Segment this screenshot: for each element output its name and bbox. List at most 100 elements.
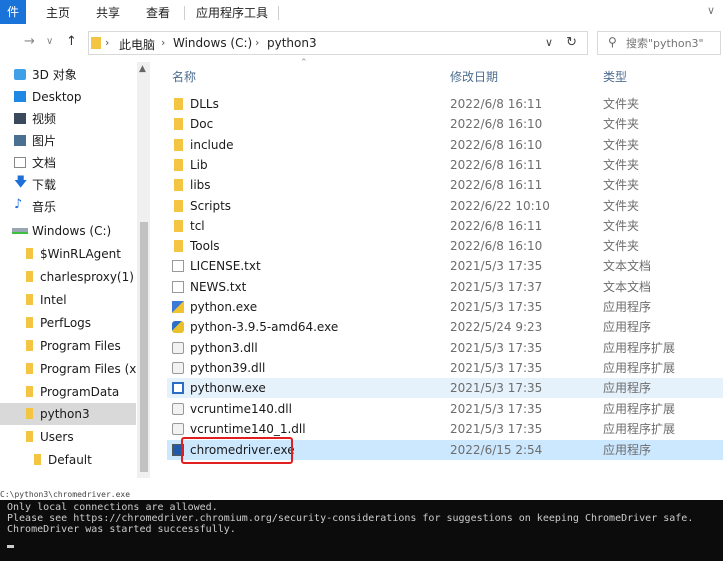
breadcrumb-drive[interactable]: Windows (C:): [173, 36, 252, 50]
up-arrow-icon[interactable]: ↑: [66, 34, 77, 49]
sidebar-item-winrlagent[interactable]: $WinRLAgent: [0, 243, 136, 265]
tab-home[interactable]: 主页: [46, 4, 70, 22]
file-name: include: [190, 137, 234, 152]
sidebar-item-python3[interactable]: python3: [0, 403, 136, 425]
scroll-up-icon[interactable]: ▲: [139, 64, 146, 74]
file-row[interactable]: python3.dll 2021/5/3 17:35 应用程序扩展: [167, 338, 723, 358]
file-name: Tools: [190, 239, 220, 254]
file-date: 2022/6/8 16:11: [450, 97, 543, 111]
address-dropdown-icon[interactable]: ∨: [545, 36, 553, 49]
sidebar-item-label: 视频: [32, 112, 57, 126]
file-date: 2022/6/8 16:10: [450, 137, 543, 152]
sidebar-item-charlesproxy[interactable]: charlesproxy(1): [0, 266, 136, 288]
folder-icon: [34, 454, 41, 465]
breadcrumb-this-pc[interactable]: 此电脑: [119, 36, 155, 53]
file-type: 文本文档: [603, 279, 652, 294]
search-input[interactable]: [626, 35, 718, 51]
file-row[interactable]: python.exe 2021/5/3 17:35 应用程序: [167, 297, 723, 317]
folder-icon: [26, 431, 33, 442]
folder-icon: [174, 179, 183, 192]
file-row[interactable]: Lib 2022/6/8 16:11 文件夹: [167, 155, 723, 175]
file-row[interactable]: python-3.9.5-amd64.exe 2022/5/24 9:23 应用程序: [167, 317, 723, 337]
file-type: 应用程序: [603, 320, 652, 335]
file-row[interactable]: pythonw.exe 2021/5/3 17:35 应用程序: [167, 378, 723, 399]
folder-icon: [174, 118, 183, 131]
scrollbar-thumb[interactable]: [140, 222, 148, 472]
recent-chevron-icon[interactable]: ∨: [46, 36, 53, 47]
column-date[interactable]: 修改日期: [450, 68, 498, 85]
folder-icon: [174, 158, 183, 171]
file-row[interactable]: NEWS.txt 2021/5/3 17:37 文本文档: [167, 277, 723, 297]
breadcrumb-separator-icon: ›: [255, 36, 260, 49]
file-row[interactable]: Doc 2022/6/8 16:10 文件夹: [167, 114, 723, 134]
file-name: pythonw.exe: [190, 381, 266, 396]
file-name: Lib: [190, 157, 208, 172]
file-row[interactable]: Tools 2022/6/8 16:10 文件夹: [167, 236, 723, 256]
file-type: 文件夹: [603, 218, 640, 233]
console-window[interactable]: Only local connections are allowed. Plea…: [0, 500, 723, 561]
file-date: 2022/6/22 10:10: [450, 198, 550, 213]
sidebar-item-music[interactable]: ♪ 音乐: [0, 196, 136, 218]
file-name: vcruntime140_1.dll: [190, 421, 306, 436]
file-row[interactable]: tcl 2022/6/8 16:11 文件夹: [167, 216, 723, 236]
highlight-annotation: [181, 437, 293, 464]
file-name: libs: [190, 178, 211, 193]
dll-icon: [172, 361, 184, 374]
sidebar-item-perflogs[interactable]: PerfLogs: [0, 312, 136, 334]
file-row[interactable]: vcruntime140_1.dll 2021/5/3 17:35 应用程序扩展: [167, 419, 723, 439]
sidebar-item-downloads[interactable]: 🡇 下载: [0, 174, 136, 196]
file-row[interactable]: libs 2022/6/8 16:11 文件夹: [167, 175, 723, 195]
file-row[interactable]: vcruntime140.dll 2021/5/3 17:35 应用程序扩展: [167, 399, 723, 419]
sidebar-item-3d-objects[interactable]: 3D 对象: [0, 64, 136, 86]
file-row[interactable]: python39.dll 2021/5/3 17:35 应用程序扩展: [167, 358, 723, 378]
sidebar-item-drive-c[interactable]: Windows (C:): [0, 220, 136, 242]
console-title: C:\python3\chromedriver.exe: [0, 490, 723, 500]
sidebar-item-pictures[interactable]: 图片: [0, 130, 136, 152]
sidebar-item-desktop[interactable]: Desktop: [0, 86, 136, 108]
text-cursor: [7, 545, 14, 548]
file-row[interactable]: DLLs 2022/6/8 16:11 文件夹: [167, 94, 723, 114]
3d-objects-icon: [14, 69, 26, 80]
tab-view[interactable]: 查看: [146, 4, 170, 22]
expand-ribbon-icon[interactable]: ∨: [707, 4, 715, 17]
console-line: Please see https://chromedriver.chromium…: [7, 513, 694, 524]
sidebar-item-intel[interactable]: Intel: [0, 289, 136, 311]
sidebar-item-program-files[interactable]: Program Files: [0, 335, 136, 357]
file-type: 文件夹: [603, 198, 640, 213]
folder-icon: [26, 340, 33, 351]
tab-app-tools[interactable]: 应用程序工具: [196, 4, 268, 22]
text-file-icon: [172, 260, 184, 273]
sidebar-scrollbar[interactable]: ▲: [137, 62, 150, 478]
tab-file[interactable]: 件: [0, 0, 26, 24]
folder-icon: [174, 199, 183, 212]
back-arrow-icon[interactable]: →: [24, 34, 35, 49]
sidebar-item-program-files-x86[interactable]: Program Files (x8: [0, 358, 136, 380]
file-row[interactable]: Scripts 2022/6/22 10:10 文件夹: [167, 196, 723, 216]
sidebar-item-documents[interactable]: 文档: [0, 152, 136, 174]
sidebar-item-label: PerfLogs: [40, 316, 92, 330]
text-file-icon: [172, 280, 184, 293]
file-name: Doc: [190, 117, 214, 132]
file-row[interactable]: LICENSE.txt 2021/5/3 17:35 文本文档: [167, 256, 723, 276]
sidebar-item-users[interactable]: Users: [0, 426, 136, 448]
sidebar-item-programdata[interactable]: ProgramData: [0, 381, 136, 403]
file-date: 2021/5/3 17:35: [450, 300, 543, 314]
sidebar-item-default[interactable]: Default: [0, 449, 136, 471]
sidebar-item-videos[interactable]: 视频: [0, 108, 136, 130]
console-line: ChromeDriver was started successfully.: [7, 524, 236, 535]
search-box[interactable]: ⚲: [597, 31, 721, 55]
navigation-pane: 3D 对象 Desktop 视频 图片 文档 🡇 下载 ♪ 音乐 Windows…: [0, 62, 151, 478]
console-line: Only local connections are allowed.: [7, 502, 218, 513]
file-type: 文件夹: [603, 97, 640, 111]
column-name[interactable]: 名称: [172, 68, 196, 85]
tab-share[interactable]: 共享: [96, 4, 120, 22]
file-row[interactable]: include 2022/6/8 16:10 文件夹: [167, 135, 723, 155]
breadcrumb-separator-icon: ›: [161, 36, 166, 49]
refresh-icon[interactable]: ↻: [566, 35, 577, 50]
address-bar[interactable]: › 此电脑 › Windows (C:) › python3 ∨ ↻: [88, 31, 588, 55]
sidebar-item-label: Program Files: [40, 339, 121, 353]
column-type[interactable]: 类型: [603, 68, 627, 85]
folder-icon: [26, 317, 33, 328]
breadcrumb-python3[interactable]: python3: [267, 36, 317, 50]
file-date: 2021/5/3 17:37: [450, 279, 543, 294]
